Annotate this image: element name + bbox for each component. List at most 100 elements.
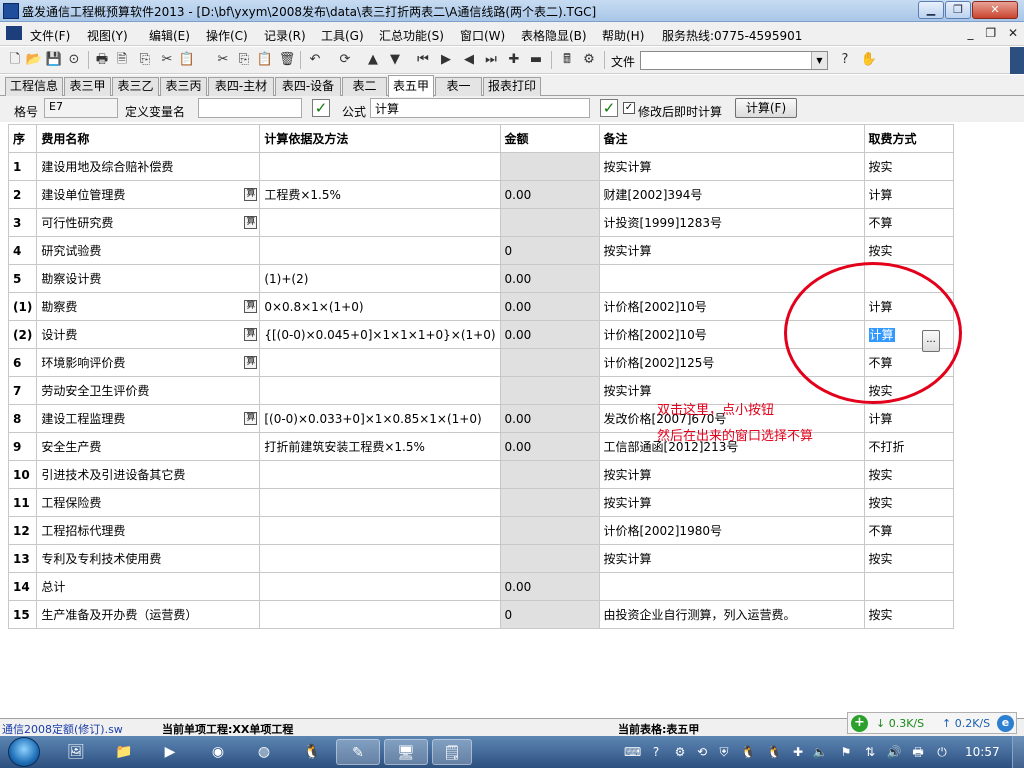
cell-name[interactable]: 总计 bbox=[36, 572, 261, 601]
table-row[interactable]: 10 引进技术及引进设备其它费 按实计算 按实 bbox=[7, 460, 954, 489]
calculator-icon[interactable]: 算 bbox=[244, 328, 258, 341]
go-icon[interactable]: ⊙ bbox=[65, 51, 83, 69]
calculator-icon[interactable]: 算 bbox=[244, 412, 258, 425]
maximize-button[interactable]: ❐ bbox=[945, 1, 971, 19]
last-record-icon[interactable]: ⏭ bbox=[482, 51, 500, 69]
table-row[interactable]: 11 工程保险费 按实计算 按实 bbox=[7, 488, 954, 517]
cell-name[interactable]: 环境影响评价费 算 bbox=[36, 348, 261, 377]
cell-basis[interactable] bbox=[259, 572, 501, 601]
cut-icon[interactable]: ✂ bbox=[158, 51, 176, 69]
confirm-checkmark-icon[interactable]: ✓ bbox=[312, 99, 330, 117]
tab-report-print[interactable]: 报表打印 bbox=[483, 77, 541, 96]
cell-basis[interactable] bbox=[259, 516, 501, 545]
add-record-icon[interactable]: ✚ bbox=[505, 51, 523, 69]
table-row[interactable]: 6 环境影响评价费 算 计价格[2002]125号 不算 bbox=[7, 348, 954, 377]
cell-note[interactable]: 按实计算 bbox=[598, 460, 865, 489]
paint-app-icon[interactable]: 🖼 bbox=[58, 739, 94, 765]
cell-name[interactable]: 安全生产费 bbox=[36, 432, 261, 461]
cell-mode[interactable]: 按实 bbox=[863, 376, 954, 405]
cell-amount[interactable] bbox=[499, 460, 600, 489]
table-row[interactable]: 1 建设用地及综合赔补偿费 按实计算 按实 bbox=[7, 152, 954, 181]
network-app-icon[interactable]: ◍ bbox=[246, 739, 282, 765]
cell-name[interactable]: 引进技术及引进设备其它费 bbox=[36, 460, 261, 489]
mdi-close-button[interactable]: ✕ bbox=[1008, 26, 1018, 40]
cell-seq[interactable]: 1 bbox=[7, 152, 38, 181]
cell-name[interactable]: 建设工程监理费 算 bbox=[36, 404, 261, 433]
table-row[interactable]: (2) 设计费 算 {[(0-0)×0.045+0]×1×1×1+0}×(1+0) 0.… bbox=[7, 320, 954, 349]
cell-name[interactable]: 建设单位管理费 算 bbox=[36, 180, 261, 209]
qq-icon[interactable]: 🐧 bbox=[294, 739, 330, 765]
print-icon[interactable]: 🖶 bbox=[93, 51, 111, 69]
cell-basis[interactable]: (1)+(2) bbox=[259, 264, 501, 293]
tab-table2[interactable]: 表二 bbox=[342, 77, 387, 96]
shield-icon[interactable]: ⛨ bbox=[716, 744, 732, 760]
cell-seq[interactable]: 3 bbox=[7, 208, 38, 237]
cell-amount[interactable] bbox=[499, 544, 600, 573]
explorer-icon[interactable]: 📁 bbox=[106, 739, 142, 765]
calculate-button[interactable]: 计算(F) bbox=[735, 98, 797, 118]
flag-icon[interactable]: ⚑ bbox=[838, 744, 854, 760]
formula-field[interactable]: 计算 bbox=[370, 98, 590, 118]
table-row[interactable]: 4 研究试验费 0 按实计算 按实 bbox=[7, 236, 954, 265]
menu-view[interactable]: 视图(Y) bbox=[87, 27, 128, 44]
table-row[interactable]: (1) 勘察费 算 0×0.8×1×(1+0) 0.00 计价格[2002]10号 计算 bbox=[7, 292, 954, 321]
desktop-app-task[interactable]: 🖥 bbox=[384, 739, 428, 765]
cell-mode[interactable]: 计算 bbox=[863, 404, 954, 433]
cell-basis[interactable] bbox=[259, 152, 501, 181]
cell-name[interactable]: 生产准备及开办费（运营费） bbox=[36, 600, 261, 629]
cell-amount[interactable] bbox=[499, 376, 600, 405]
network-speed-widget[interactable]: + ↓ 0.3K/S ↑ 0.2K/S e bbox=[847, 712, 1017, 734]
cell-amount[interactable]: 0.00 bbox=[499, 572, 600, 601]
cell-amount[interactable]: 0 bbox=[499, 600, 600, 629]
cell-amount[interactable] bbox=[499, 348, 600, 377]
previous-icon[interactable]: ◀ bbox=[460, 51, 478, 69]
cell-seq[interactable]: 10 bbox=[7, 460, 38, 489]
cell-name[interactable]: 勘察费 算 bbox=[36, 292, 261, 321]
cell-note[interactable]: 按实计算 bbox=[598, 152, 865, 181]
browser-icon[interactable]: e bbox=[997, 715, 1014, 732]
varname-field[interactable] bbox=[198, 98, 302, 118]
cell-seq[interactable]: 15 bbox=[7, 600, 38, 629]
tab-table3b[interactable]: 表三乙 bbox=[112, 77, 159, 96]
mdi-minimize-button[interactable]: _ bbox=[968, 26, 974, 40]
cell-note[interactable]: 财建[2002]394号 bbox=[598, 180, 865, 209]
file-combo[interactable]: ▼ bbox=[640, 51, 828, 70]
apply-checkmark-icon[interactable]: ✓ bbox=[600, 99, 618, 117]
cell-seq[interactable]: 5 bbox=[7, 264, 38, 293]
table-row[interactable]: 15 生产准备及开办费（运营费） 0 由投资企业自行测算，列入运营费。 按实 bbox=[7, 600, 954, 629]
cell-mode[interactable]: 按实 bbox=[863, 460, 954, 489]
cell-amount[interactable] bbox=[499, 516, 600, 545]
cell-basis[interactable]: {[(0-0)×0.045+0]×1×1×1+0}×(1+0) bbox=[259, 320, 501, 349]
cell-basis[interactable]: 打折前建筑安装工程费×1.5% bbox=[259, 432, 501, 461]
delete-icon[interactable]: 🗑 bbox=[278, 51, 296, 69]
cell-seq[interactable]: 12 bbox=[7, 516, 38, 545]
cell-basis[interactable] bbox=[259, 460, 501, 489]
cell-mode[interactable]: 不算 bbox=[863, 516, 954, 545]
cell-note[interactable] bbox=[598, 264, 865, 293]
cell-seq[interactable]: 2 bbox=[7, 180, 38, 209]
cell-amount[interactable] bbox=[499, 152, 600, 181]
move-up-icon[interactable]: ▲ bbox=[364, 51, 382, 69]
cell-name[interactable]: 工程招标代理费 bbox=[36, 516, 261, 545]
cell-name[interactable]: 劳动安全卫生评价费 bbox=[36, 376, 261, 405]
document-icon[interactable] bbox=[6, 26, 22, 40]
first-record-icon[interactable]: ⏮ bbox=[414, 51, 432, 69]
menu-table-visibility[interactable]: 表格隐显(B) bbox=[521, 27, 587, 44]
cell-note[interactable]: 计价格[2002]125号 bbox=[598, 348, 865, 377]
next-icon[interactable]: ▶ bbox=[437, 51, 455, 69]
printer-tray-icon[interactable]: 🖶 bbox=[910, 744, 926, 760]
cell-reference-field[interactable]: E7 bbox=[44, 98, 118, 118]
cell-note[interactable] bbox=[598, 572, 865, 601]
calculator-icon[interactable]: 算 bbox=[244, 356, 258, 369]
cell-note[interactable]: 由投资企业自行测算，列入运营费。 bbox=[598, 600, 865, 629]
speaker-icon[interactable]: 🔊 bbox=[886, 744, 902, 760]
menu-tools[interactable]: 工具(G) bbox=[321, 27, 364, 44]
refresh-icon[interactable]: ⟳ bbox=[336, 51, 354, 69]
green-plus-tray-icon[interactable]: ✚ bbox=[790, 744, 806, 760]
menu-file[interactable]: 文件(F) bbox=[30, 27, 70, 44]
calculator-icon[interactable]: 算 bbox=[244, 188, 258, 201]
paste-disabled-icon[interactable]: 📋 bbox=[256, 51, 274, 69]
tab-project-info[interactable]: 工程信息 bbox=[5, 77, 63, 96]
open-folder-icon[interactable]: 📂 bbox=[25, 51, 43, 69]
help-tray-icon[interactable]: ? bbox=[648, 744, 664, 760]
